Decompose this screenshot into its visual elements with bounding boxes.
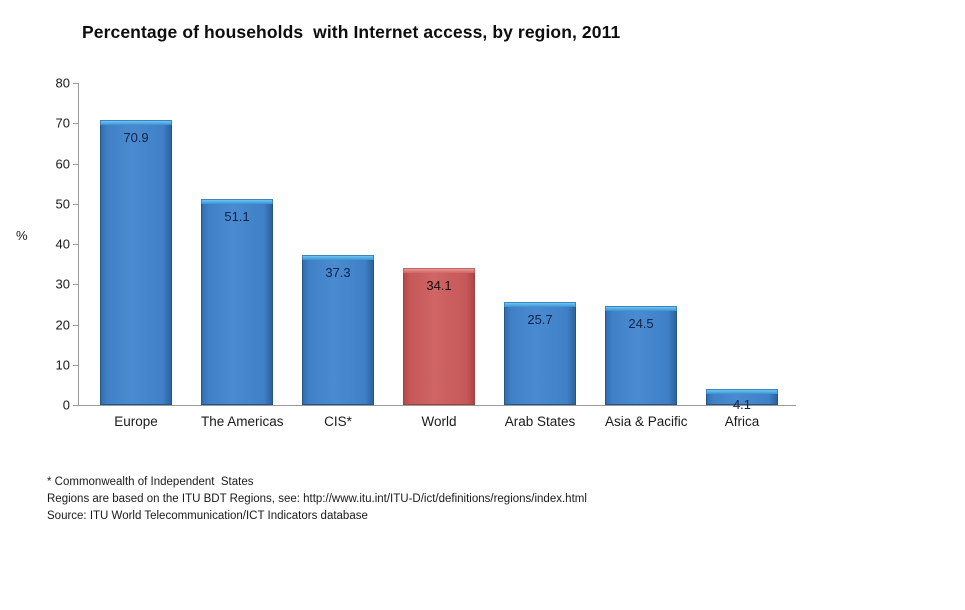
bar-top-highlight — [403, 267, 475, 273]
x-axis-category-label: Arab States — [504, 414, 576, 429]
bar-top-highlight — [504, 301, 576, 307]
bar-top-highlight — [605, 306, 677, 312]
y-axis-tick-label: 60 — [55, 156, 70, 171]
y-axis-tick-label: 80 — [55, 75, 70, 91]
chart-container: Percentage of households with Internet a… — [0, 0, 965, 610]
y-axis-tick-mark — [73, 83, 78, 84]
x-axis-category-label: Africa — [724, 414, 760, 429]
bar-body — [605, 306, 677, 405]
y-axis-tick-mark — [73, 163, 78, 165]
x-axis-category-label: The Americas — [201, 414, 284, 429]
bar-body — [302, 254, 374, 405]
y-axis-tick-label: 50 — [55, 196, 70, 212]
footnote-line-1: * Commonwealth of Independent States — [47, 476, 254, 488]
bar-cis[interactable]: 37.3 — [302, 254, 374, 405]
plot-area: 0 10 20 30 40 50 60 70 80 70.9 51.1 37.3 34.1 25.7 24.… — [56, 76, 795, 413]
bar-africa[interactable]: 4.1 — [706, 388, 778, 412]
y-axis-tick-mark — [73, 405, 78, 406]
footnote-line-2: Regions are based on the ITU BDT Regions… — [47, 493, 587, 505]
y-axis-tick-mark — [73, 364, 78, 366]
bar-body — [504, 301, 576, 405]
x-axis-category-label: Europe — [114, 414, 158, 429]
y-axis-tick-mark — [73, 284, 78, 286]
bar-body — [100, 119, 172, 405]
y-axis-tick-label: 70 — [55, 115, 70, 131]
bar-top-highlight — [302, 254, 374, 260]
bar-world[interactable]: 34.1 — [403, 267, 475, 405]
y-axis-unit-label: % — [16, 228, 28, 243]
x-axis-category-label: Asia & Pacific — [605, 414, 688, 429]
bar-europe[interactable]: 70.9 — [100, 119, 172, 405]
y-axis-tick-label: 40 — [55, 236, 70, 252]
y-axis-tick-mark — [73, 203, 78, 205]
footnotes-block: * Commonwealth of Independent States Reg… — [47, 474, 587, 525]
footnote-line-3: Source: ITU World Telecommunication/ICT … — [47, 510, 368, 522]
bar-body — [403, 267, 475, 405]
bar-the-americas[interactable]: 51.1 — [201, 199, 273, 405]
y-axis-tick-label: 10 — [55, 357, 70, 373]
y-axis-tick-mark — [73, 123, 78, 125]
bar-body — [201, 199, 273, 405]
bar-top-highlight — [706, 388, 778, 394]
bar-arab-states[interactable]: 25.7 — [504, 301, 576, 405]
x-axis-category-label: CIS* — [324, 414, 352, 429]
bar-top-highlight — [100, 119, 172, 125]
chart-title: Percentage of households with Internet a… — [82, 22, 621, 42]
x-axis-category-label: World — [421, 414, 457, 429]
y-axis-tick-label: 30 — [55, 276, 70, 292]
y-axis-tick-label: 0 — [62, 397, 70, 413]
bar-top-highlight — [201, 199, 273, 205]
x-axis-line — [78, 405, 796, 406]
bar-asia-pacific[interactable]: 24.5 — [605, 306, 677, 405]
y-axis-tick-label: 20 — [55, 317, 70, 332]
y-axis-tick-mark — [73, 324, 78, 326]
y-axis-tick-mark — [73, 244, 78, 245]
